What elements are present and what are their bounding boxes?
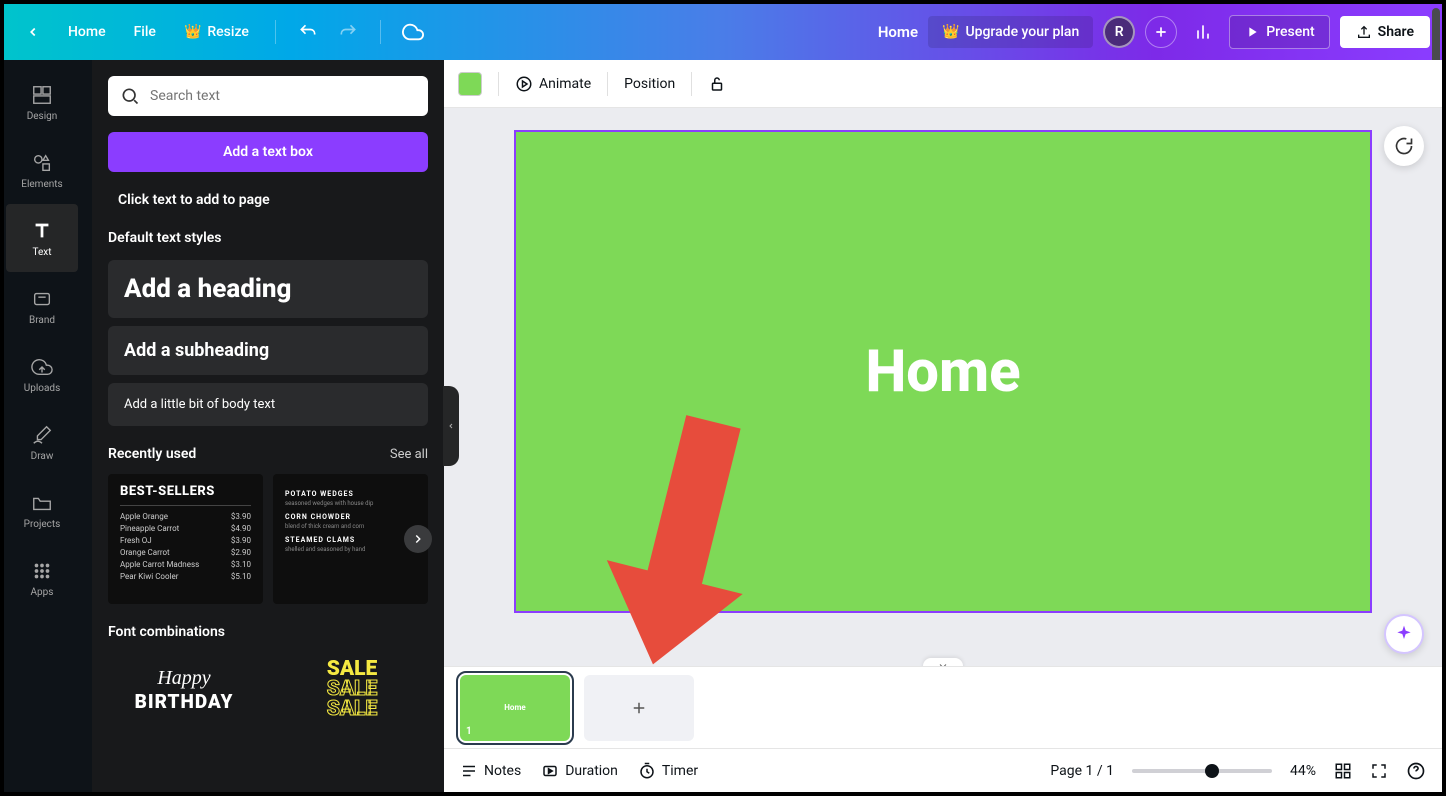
search-input[interactable] [150, 88, 416, 104]
undo-button[interactable] [292, 16, 324, 48]
topbar: Home File 👑 Resize Home 👑 Upgrade your p [4, 4, 1442, 60]
text-panel: Add a text box Click text to add to page… [92, 60, 444, 792]
page-indicator: Page 1 / 1 [1050, 763, 1114, 779]
fullscreen-button[interactable] [1370, 762, 1388, 780]
sidebar-item-draw[interactable]: Draw [6, 408, 78, 476]
search-icon [120, 86, 140, 106]
add-subheading-option[interactable]: Add a subheading [108, 326, 428, 375]
animate-button[interactable]: Animate [515, 75, 591, 93]
text-icon [30, 219, 54, 243]
crown-icon: 👑 [942, 24, 959, 40]
sidebar-item-uploads[interactable]: Uploads [6, 340, 78, 408]
avatar[interactable]: R [1103, 16, 1135, 48]
lock-button[interactable] [708, 75, 726, 93]
crown-icon: 👑 [184, 24, 201, 40]
canvas-toolbar: Animate Position [444, 60, 1442, 108]
lock-icon [708, 75, 726, 93]
sidebar-item-projects[interactable]: Projects [6, 476, 78, 544]
sparkle-icon [1394, 136, 1414, 156]
sidebar-item-apps[interactable]: Apps [6, 544, 78, 612]
recent-template-best-sellers[interactable]: BEST-SELLERS Apple Orange$3.90 Pineapple… [108, 474, 263, 604]
star-icon [1394, 624, 1414, 644]
upgrade-button[interactable]: 👑 Upgrade your plan [928, 16, 1093, 48]
sidebar-item-text[interactable]: Text [6, 204, 78, 272]
help-icon [1406, 761, 1426, 781]
back-button[interactable] [16, 17, 50, 47]
canvas-viewport[interactable]: Home [444, 108, 1442, 666]
project-name[interactable]: Home [878, 23, 918, 41]
thumbnail-strip: Home 1 [444, 666, 1442, 748]
present-button[interactable]: Present [1229, 15, 1329, 49]
apps-icon [30, 559, 54, 583]
notes-button[interactable]: Notes [460, 762, 521, 780]
zoom-slider[interactable] [1132, 769, 1272, 773]
see-all-link[interactable]: See all [390, 447, 428, 462]
duration-icon [541, 762, 559, 780]
add-textbox-button[interactable]: Add a text box [108, 132, 428, 172]
design-icon [30, 83, 54, 107]
background-color-swatch[interactable] [458, 72, 482, 96]
recently-used-title: Recently used [108, 446, 196, 462]
brand-icon [30, 287, 54, 311]
font-combo-sale[interactable]: SALE SALE SALE [276, 652, 428, 728]
help-button[interactable] [1406, 761, 1426, 781]
font-combo-happy-birthday[interactable]: Happy BIRTHDAY [108, 652, 260, 728]
duration-button[interactable]: Duration [541, 762, 618, 780]
font-combinations-title: Font combinations [108, 624, 225, 640]
draw-icon [30, 423, 54, 447]
hint-text: Click text to add to page [108, 188, 428, 212]
resize-button[interactable]: 👑 Resize [174, 16, 259, 48]
uploads-icon [30, 355, 54, 379]
position-button[interactable]: Position [624, 76, 675, 92]
canvas-area: Animate Position Home [444, 60, 1442, 792]
plus-icon [630, 699, 648, 717]
recent-next-button[interactable] [404, 525, 432, 553]
elements-icon [30, 151, 54, 175]
projects-icon [30, 491, 54, 515]
add-body-text-option[interactable]: Add a little bit of body text [108, 383, 428, 426]
sidebar-item-design[interactable]: Design [6, 68, 78, 136]
search-input-wrap[interactable] [108, 76, 428, 116]
ai-assist-button[interactable] [1384, 614, 1424, 654]
fullscreen-icon [1370, 762, 1388, 780]
grid-view-button[interactable] [1334, 762, 1352, 780]
magic-button[interactable] [1384, 126, 1424, 166]
default-styles-title: Default text styles [108, 230, 428, 246]
panel-scrollbar-track [80, 60, 92, 792]
home-button[interactable]: Home [58, 16, 116, 48]
timer-button[interactable]: Timer [638, 762, 698, 780]
canvas-page[interactable]: Home [514, 130, 1372, 613]
icon-sidebar: Design Elements Text Brand Uploads Draw [4, 60, 80, 792]
page-thumbnail-1[interactable]: Home 1 [460, 675, 570, 741]
sidebar-item-brand[interactable]: Brand [6, 272, 78, 340]
animate-icon [515, 75, 533, 93]
zoom-value[interactable]: 44% [1290, 763, 1316, 779]
timer-icon [638, 762, 656, 780]
collapse-panel-button[interactable] [443, 386, 459, 466]
bottom-bar: Notes Duration Timer Page 1 / 1 44% [444, 748, 1442, 792]
analytics-button[interactable] [1187, 16, 1219, 48]
add-page-button[interactable] [584, 675, 694, 741]
canvas-text-home[interactable]: Home [865, 338, 1020, 406]
file-menu[interactable]: File [124, 16, 166, 48]
expand-thumbnails-handle[interactable] [923, 658, 963, 666]
add-heading-option[interactable]: Add a heading [108, 260, 428, 318]
share-button[interactable]: Share [1340, 16, 1430, 48]
redo-button[interactable] [332, 16, 364, 48]
grid-icon [1334, 762, 1352, 780]
cloud-sync-icon[interactable] [397, 16, 429, 48]
add-collaborator-button[interactable] [1145, 16, 1177, 48]
notes-icon [460, 762, 478, 780]
sidebar-item-elements[interactable]: Elements [6, 136, 78, 204]
